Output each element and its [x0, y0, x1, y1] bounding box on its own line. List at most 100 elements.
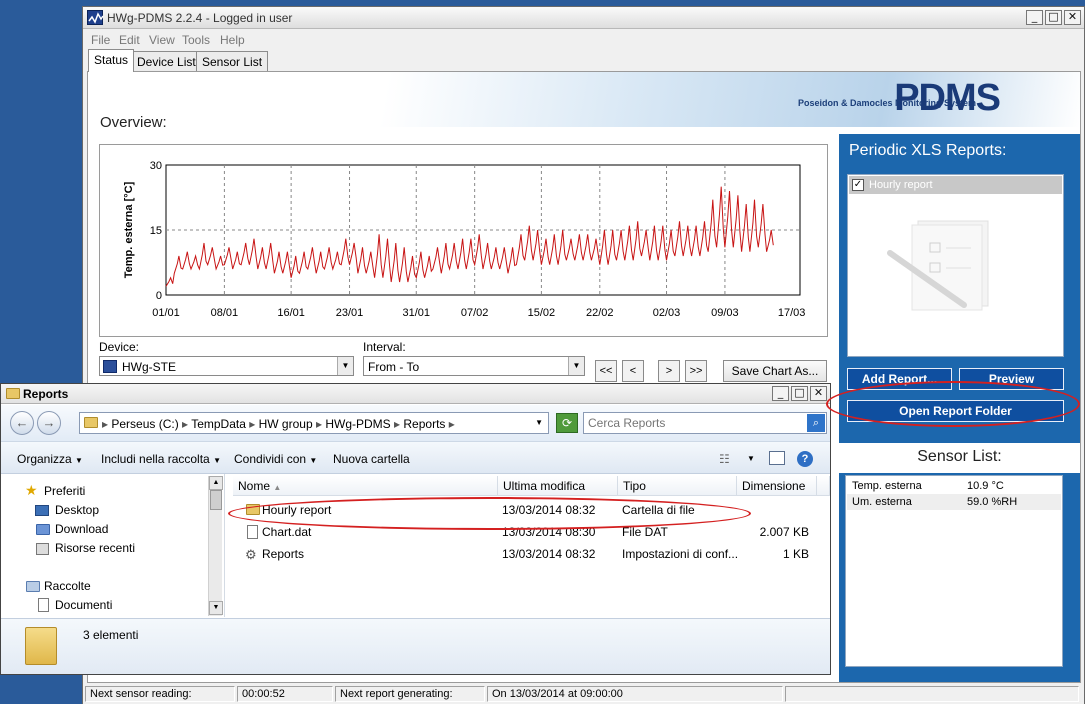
preview-button[interactable]: Preview — [959, 368, 1064, 390]
y-axis-label: Temp. esterna [°C] — [123, 181, 135, 278]
save-chart-button[interactable]: Save Chart As... — [723, 360, 827, 382]
nav-favorites[interactable]: Preferiti — [44, 484, 85, 498]
x-tick-label: 09/03 — [711, 307, 739, 319]
scroll-up-icon[interactable]: ▲ — [209, 476, 223, 490]
maximize-button[interactable]: □ — [1045, 10, 1062, 25]
nav-item-download[interactable]: Download — [55, 522, 108, 536]
menu-file[interactable]: File — [91, 33, 110, 47]
chevron-down-icon: ▼ — [213, 456, 221, 465]
address-bar[interactable]: ▸ Perseus (C:) ▸ TempData ▸ HW group ▸ H… — [79, 412, 549, 434]
breadcrumb-item[interactable]: HWg-PDMS — [325, 417, 390, 431]
chevron-down-icon[interactable]: ▼ — [568, 357, 584, 375]
table-row[interactable]: Chart.dat 13/03/2014 08:30 File DAT 2.00… — [227, 521, 817, 543]
close-button[interactable]: ✕ — [1064, 10, 1081, 25]
sensor-name: Temp. esterna — [852, 480, 922, 492]
next-page-button[interactable]: > — [658, 360, 680, 382]
x-tick-label: 17/03 — [778, 307, 806, 319]
search-box[interactable]: ⌕ — [583, 412, 827, 434]
sensor-list: Temp. esterna 10.9 °C Um. esterna 59.0 %… — [845, 475, 1063, 667]
minimize-button[interactable]: _ — [1026, 10, 1043, 25]
breadcrumb-item[interactable]: TempData — [191, 417, 246, 431]
file-icon — [247, 525, 258, 539]
nav-libraries[interactable]: Raccolte — [44, 579, 91, 593]
settings-file-icon: ⚙ — [245, 547, 257, 562]
column-header-name[interactable]: Nome ▲ — [233, 476, 498, 496]
nav-item-desktop[interactable]: Desktop — [55, 503, 99, 517]
nav-item-recent[interactable]: Risorse recenti — [55, 541, 135, 555]
report-item-hourly[interactable]: ✓ Hourly report — [849, 176, 1062, 194]
open-report-folder-button[interactable]: Open Report Folder — [847, 400, 1064, 422]
device-select[interactable]: HWg-STE ▼ — [99, 356, 354, 376]
breadcrumb-item[interactable]: Perseus (C:) — [111, 417, 178, 431]
file-modified: 13/03/2014 08:30 — [502, 525, 596, 539]
prev-page-button[interactable]: < — [622, 360, 644, 382]
interval-select[interactable]: From - To ▼ — [363, 356, 585, 376]
chevron-down-icon[interactable]: ▼ — [535, 418, 543, 427]
tab-sensor-list[interactable]: Sensor List — [196, 51, 269, 71]
explorer-title-bar[interactable]: Reports _ □ ✕ — [1, 384, 830, 404]
column-header-size[interactable]: Dimensione — [737, 476, 817, 496]
sort-up-icon: ▲ — [273, 483, 282, 492]
report-checkbox[interactable]: ✓ — [852, 179, 864, 191]
new-folder-button[interactable]: Nuova cartella — [333, 452, 410, 466]
last-page-button[interactable]: >> — [685, 360, 707, 382]
add-report-button[interactable]: Add Report... — [847, 368, 952, 390]
maximize-button[interactable]: □ — [791, 386, 808, 401]
nav-item-documents[interactable]: Documenti — [55, 598, 112, 612]
next-report-value: On 13/03/2014 at 09:00:00 — [487, 686, 783, 702]
table-row[interactable]: ⚙ Reports 13/03/2014 08:32 Impostazioni … — [227, 543, 817, 565]
file-modified: 13/03/2014 08:32 — [502, 547, 596, 561]
address-toolbar: ← → ▸ Perseus (C:) ▸ TempData ▸ HW group… — [1, 405, 830, 441]
sensor-list-heading-bar: Sensor List: — [839, 443, 1080, 473]
breadcrumb-item[interactable]: Reports — [403, 417, 445, 431]
device-icon — [103, 360, 117, 373]
tab-status[interactable]: Status — [88, 49, 135, 72]
folder-icon — [84, 417, 98, 428]
sensor-row[interactable]: Temp. esterna 10.9 °C — [847, 478, 1061, 494]
first-page-button[interactable]: << — [595, 360, 617, 382]
menu-help[interactable]: Help — [220, 33, 245, 47]
chevron-down-icon[interactable]: ▼ — [337, 357, 353, 375]
forward-arrow-icon[interactable]: → — [37, 411, 61, 435]
chevron-down-icon[interactable]: ▼ — [747, 454, 755, 463]
menu-edit[interactable]: Edit — [119, 33, 140, 47]
sensor-row[interactable]: Um. esterna 59.0 %RH — [847, 494, 1061, 510]
column-name-label: Nome — [238, 479, 271, 493]
view-options-icon[interactable]: ☷ — [719, 452, 730, 466]
explorer-window-title: Reports — [23, 387, 69, 401]
include-library-button[interactable]: Includi nella raccolta ▼ — [101, 452, 221, 466]
report-item-label: Hourly report — [869, 179, 933, 191]
file-type: File DAT — [622, 525, 668, 539]
help-icon[interactable]: ? — [797, 451, 813, 467]
scroll-down-icon[interactable]: ▼ — [209, 601, 223, 615]
close-button[interactable]: ✕ — [810, 386, 827, 401]
search-icon[interactable]: ⌕ — [807, 414, 825, 432]
nav-scrollbar[interactable]: ▲ ▼ — [208, 476, 223, 616]
next-reading-label: Next sensor reading: — [85, 686, 235, 702]
report-document-icon — [887, 220, 989, 311]
folder-icon — [246, 504, 260, 515]
scroll-thumb[interactable] — [210, 490, 222, 510]
refresh-icon[interactable]: ⟳ — [556, 413, 578, 433]
column-header-type[interactable]: Tipo — [618, 476, 737, 496]
breadcrumb-item[interactable]: HW group — [259, 417, 313, 431]
x-tick-label: 23/01 — [336, 307, 364, 319]
tab-device-list[interactable]: Device List — [131, 51, 202, 71]
back-arrow-icon[interactable]: ← — [10, 411, 34, 435]
menu-view[interactable]: View — [149, 33, 175, 47]
chevron-down-icon: ▼ — [75, 456, 83, 465]
table-row[interactable]: Hourly report 13/03/2014 08:32 Cartella … — [227, 499, 817, 521]
folder-large-icon — [25, 627, 57, 665]
share-with-button[interactable]: Condividi con ▼ — [234, 452, 317, 466]
pdms-title-bar[interactable]: HWg-PDMS 2.2.4 - Logged in user _ □ ✕ — [83, 7, 1084, 29]
minimize-button[interactable]: _ — [772, 386, 789, 401]
download-folder-icon — [36, 524, 50, 535]
y-tick-label: 0 — [156, 290, 162, 302]
next-report-label: Next report generating: — [335, 686, 485, 702]
preview-pane-icon[interactable] — [769, 451, 785, 465]
reports-list[interactable]: ✓ Hourly report — [847, 174, 1064, 357]
organize-button[interactable]: Organizza ▼ — [17, 452, 83, 466]
menu-tools[interactable]: Tools — [182, 33, 210, 47]
search-input[interactable] — [586, 414, 800, 432]
column-header-modified[interactable]: Ultima modifica — [498, 476, 618, 496]
